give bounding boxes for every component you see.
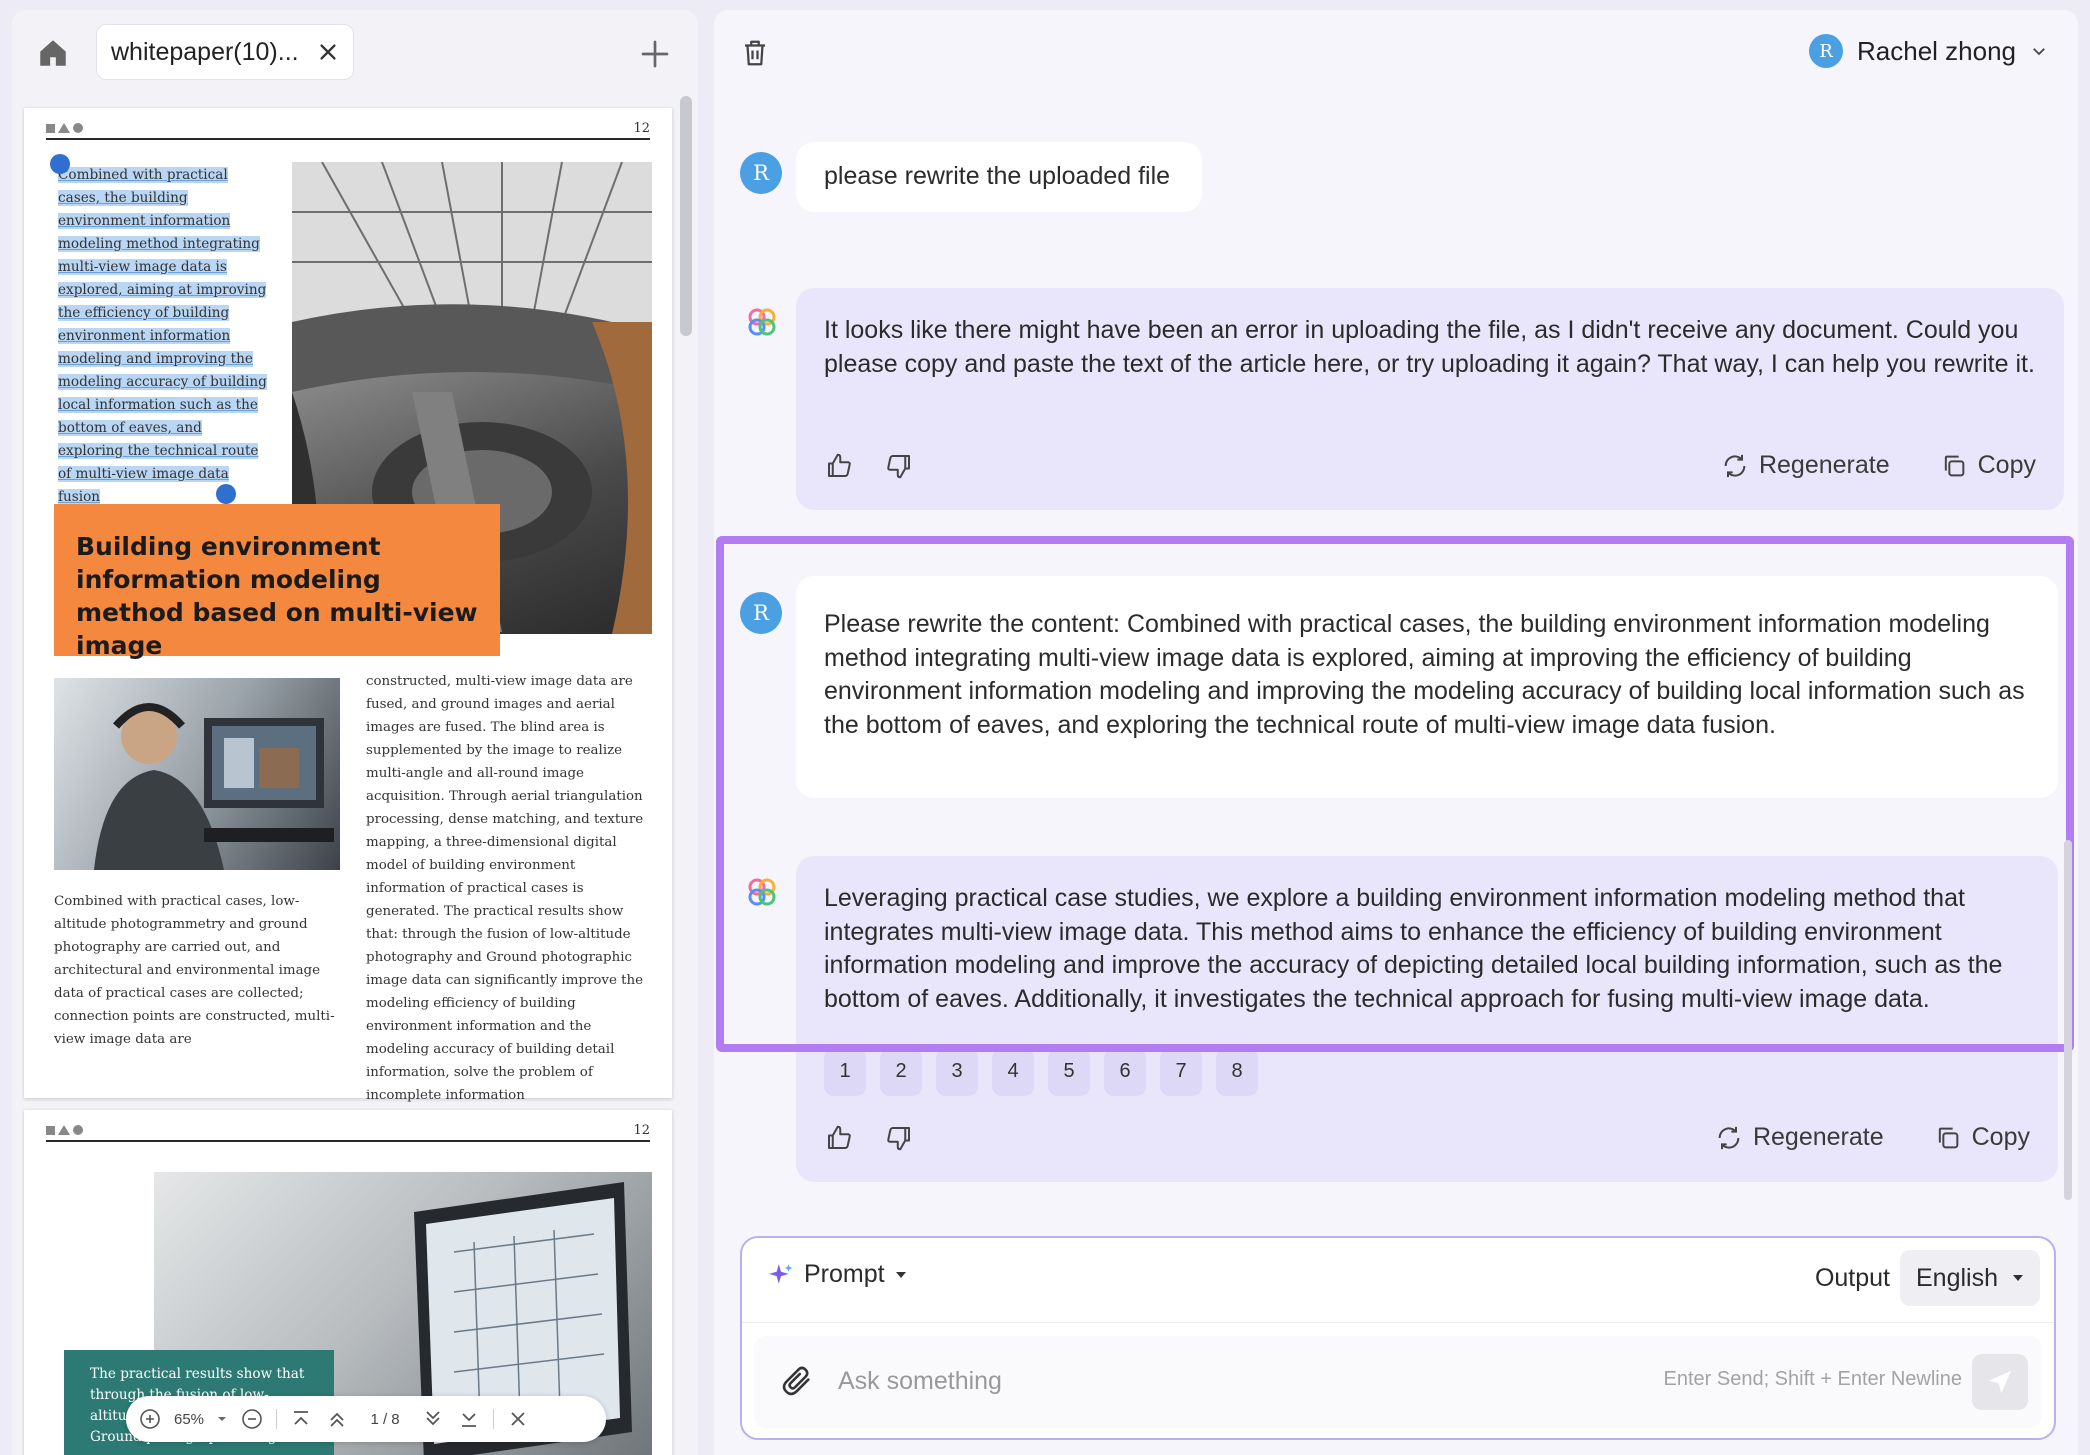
zoom-in-icon[interactable] [138,1407,162,1431]
ai-message: Leveraging practical case studies, we ex… [796,856,2058,1182]
body-text-left: Combined with practical cases, low-altit… [54,890,344,1051]
reference-chip[interactable]: 5 [1048,1048,1090,1096]
zoom-level[interactable]: 65% [174,1411,204,1428]
section-title-box: Building environment information modelin… [54,504,500,656]
reference-chip[interactable]: 4 [992,1048,1034,1096]
chevron-down-icon[interactable] [216,1407,228,1431]
ai-message-text: It looks like there might have been an e… [824,314,2036,381]
caret-down-icon [2012,1272,2024,1284]
body-text-right: constructed, multi-view image data are f… [366,670,652,1107]
page-indicator[interactable]: 1 / 8 [361,1411,409,1428]
trash-icon[interactable] [740,38,770,68]
ai-logo-icon [746,306,778,338]
pdf-viewer-panel: whitepaper(10)... 12 Combined with pract… [12,10,698,1455]
regenerate-button[interactable]: Regenerate [1721,449,1890,483]
sparkle-icon [768,1262,794,1288]
page-header-glyphs [46,1125,83,1135]
user-message: please rewrite the uploaded file [796,142,1202,212]
thumbs-down-icon[interactable] [884,451,914,481]
thumbs-up-icon[interactable] [824,451,854,481]
selection-start-handle[interactable] [50,154,70,174]
copy-button[interactable]: Copy [1940,449,2036,483]
section-title: Building environment information modelin… [76,530,478,662]
thumbs-down-icon[interactable] [884,1123,914,1153]
reference-chip[interactable]: 2 [880,1048,922,1096]
pdf-scroll-area[interactable]: 12 Combined with practical cases, the bu… [22,98,684,1455]
ask-input[interactable] [838,1356,1598,1406]
message-actions: Regenerate Copy [824,448,2036,484]
user-avatar: R [740,152,782,194]
reference-chip[interactable]: 6 [1104,1048,1146,1096]
output-language-select[interactable]: English [1900,1250,2040,1306]
page-header: 12 [46,1120,650,1142]
send-hint: Enter Send; Shift + Enter Newline [1664,1368,1963,1391]
copy-button[interactable]: Copy [1934,1121,2030,1155]
zoom-out-icon[interactable] [240,1407,264,1431]
next-page-icon[interactable] [421,1407,445,1431]
toolbar-divider [276,1409,277,1429]
copy-icon [1934,1124,1962,1152]
regenerate-button[interactable]: Regenerate [1715,1121,1884,1155]
reference-chip[interactable]: 3 [936,1048,978,1096]
chevron-down-icon [2030,42,2048,60]
first-page-icon[interactable] [289,1407,313,1431]
reference-list: 12345678 [824,1048,1258,1096]
home-icon[interactable] [36,36,70,70]
page-number: 12 [633,121,650,136]
caret-down-icon [895,1269,907,1281]
avatar: R [1809,34,1843,68]
pdf-toolbar: 65% 1 / 8 [126,1396,606,1442]
prompt-dropdown[interactable]: Prompt [768,1260,907,1289]
refresh-icon [1721,452,1749,480]
user-name: Rachel zhong [1857,36,2016,67]
document-tab[interactable]: whitepaper(10)... [96,24,354,80]
send-button[interactable] [1972,1354,2028,1410]
chat-input-area: Prompt Output English Enter Send; Shift … [740,1236,2056,1440]
reference-chip[interactable]: 8 [1216,1048,1258,1096]
reference-chip[interactable]: 1 [824,1048,866,1096]
selection-end-handle[interactable] [216,484,236,504]
selected-text[interactable]: Combined with practical cases, the build… [58,164,268,509]
copy-icon [1940,452,1968,480]
toolbar-divider [493,1409,494,1429]
page-header: 12 [46,118,650,140]
user-menu[interactable]: R Rachel zhong [1809,34,2048,68]
thumbs-up-icon[interactable] [824,1123,854,1153]
chat-panel: R Rachel zhong R please rewrite the uplo… [714,10,2078,1455]
send-icon [1985,1367,2015,1397]
previous-page-icon[interactable] [325,1407,349,1431]
message-actions: Regenerate Copy [824,1120,2030,1156]
ai-logo-icon [746,876,778,908]
document-tab-label: whitepaper(10)... [111,38,309,67]
reference-chip[interactable]: 7 [1160,1048,1202,1096]
refresh-icon [1715,1124,1743,1152]
page-number: 12 [633,1123,650,1138]
ask-row: Enter Send; Shift + Enter Newline [754,1336,2042,1428]
pdf-scrollbar[interactable] [680,96,692,336]
ai-message: It looks like there might have been an e… [796,288,2064,510]
chat-scrollbar[interactable] [2064,840,2072,1200]
ai-message-text: Leveraging practical case studies, we ex… [824,882,2030,1016]
divider [742,1322,2054,1323]
last-page-icon[interactable] [457,1407,481,1431]
add-tab-icon[interactable] [639,38,671,70]
person-at-computer-photo [54,678,340,870]
paperclip-icon[interactable] [780,1364,814,1398]
close-toolbar-icon[interactable] [506,1407,530,1431]
user-message: Please rewrite the content: Combined wit… [796,576,2058,798]
close-tab-icon[interactable] [317,41,339,63]
page-header-glyphs [46,123,83,133]
pdf-page: 12 Combined with practical cases, the bu… [24,108,672,1098]
output-label: Output [1815,1264,1890,1293]
user-avatar: R [740,592,782,634]
